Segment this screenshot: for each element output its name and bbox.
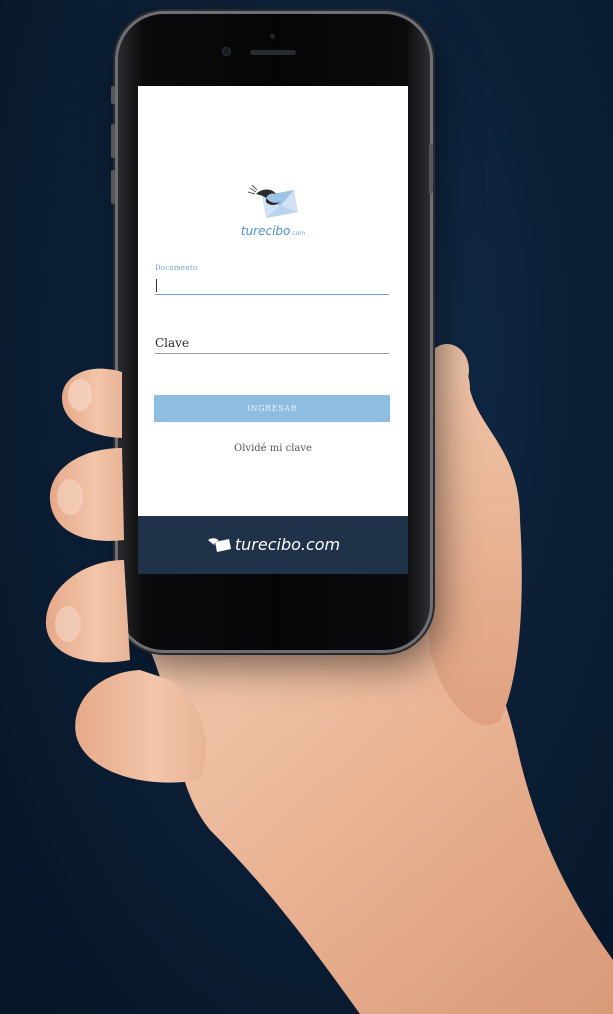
footer-brand-text: turecibo.com (234, 535, 341, 554)
password-label: Clave (155, 336, 190, 350)
document-field[interactable]: Documento (155, 264, 389, 295)
mute-switch (111, 86, 115, 104)
phone-device: turecibo.com Documento Clave INGRESAR Ol… (111, 14, 433, 650)
login-button[interactable]: INGRESAR (154, 395, 390, 422)
app-screen: turecibo.com Documento Clave INGRESAR Ol… (138, 86, 408, 574)
password-field[interactable]: Clave (155, 336, 389, 354)
earpiece-speaker (250, 50, 296, 55)
volume-up-button (111, 124, 115, 158)
front-camera (222, 47, 231, 56)
app-logo: turecibo.com (138, 182, 408, 239)
logo-wordmark: turecibo.com (240, 224, 306, 238)
turecibo-bird-envelope-icon (247, 184, 298, 218)
proximity-sensor (270, 34, 275, 39)
forgot-password-link[interactable]: Olvidé mi clave (138, 443, 408, 454)
footer-logo: turecibo.com (206, 535, 340, 554)
document-input[interactable] (155, 276, 389, 295)
text-caret (156, 279, 157, 292)
footer-bar: turecibo.com (138, 516, 408, 574)
power-button (429, 144, 433, 194)
volume-down-button (111, 170, 115, 204)
turecibo-bird-envelope-icon-white (207, 537, 231, 552)
password-input[interactable] (155, 353, 389, 354)
document-label: Documento (155, 264, 198, 272)
